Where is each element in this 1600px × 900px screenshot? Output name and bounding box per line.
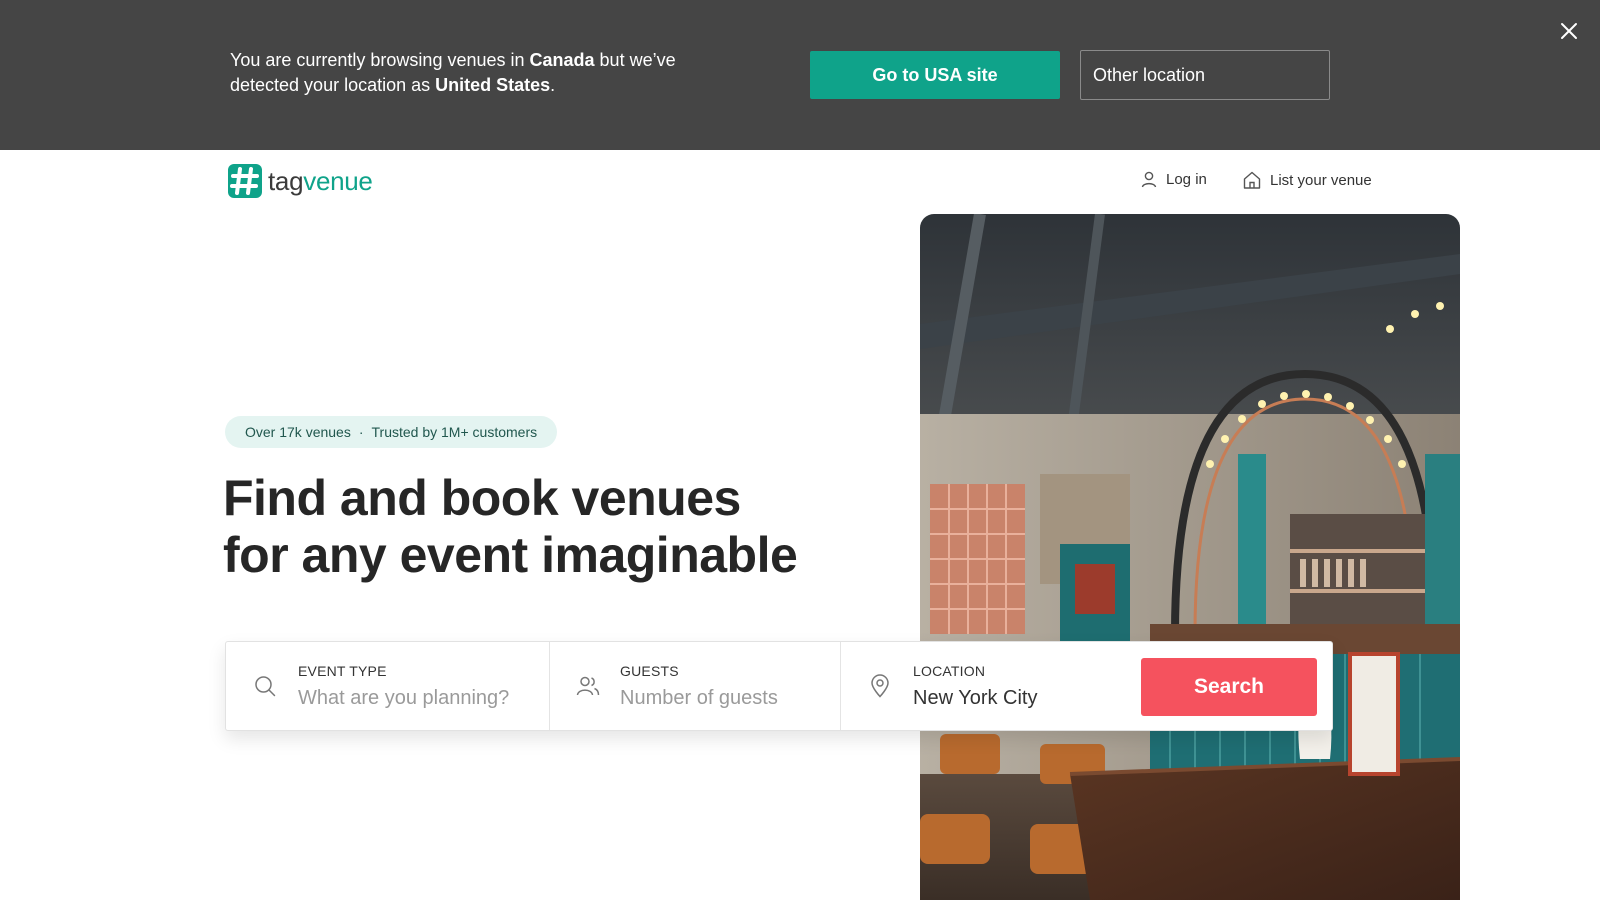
location-banner: You are currently browsing venues in Can… (0, 0, 1600, 150)
user-icon (1141, 171, 1157, 188)
badge-venue-count: Over 17k venues (245, 424, 351, 440)
banner-message: You are currently browsing venues in Can… (230, 48, 730, 98)
go-to-usa-site-button[interactable]: Go to USA site (810, 51, 1060, 99)
logo-text-venue: venue (303, 165, 373, 196)
event-type-field[interactable]: EVENT TYPE (226, 642, 550, 730)
location-label: LOCATION (913, 662, 986, 679)
guests-label: GUESTS (620, 662, 679, 679)
event-type-input[interactable] (298, 686, 528, 710)
headline-line-1: Find and book venues (223, 470, 741, 526)
hash-logo-icon (228, 164, 262, 198)
badge-customers: Trusted by 1M+ customers (371, 424, 538, 440)
login-link[interactable]: Log in (1140, 170, 1207, 188)
venue-search-bar: EVENT TYPE GUESTS LOCATION (225, 641, 1333, 731)
banner-detected-region: United States (435, 75, 551, 95)
guests-input[interactable] (620, 686, 850, 710)
close-icon[interactable] (1556, 18, 1582, 44)
badge-separator: · (358, 424, 364, 440)
search-button[interactable]: Search (1141, 658, 1317, 716)
list-your-venue-label: List your venue (1270, 171, 1372, 189)
location-input[interactable] (913, 686, 1143, 710)
event-type-label: EVENT TYPE (298, 662, 387, 679)
guests-field[interactable]: GUESTS (550, 642, 850, 730)
banner-message-prefix: You are currently browsing venues in (230, 50, 530, 70)
logo-wordmark: tagvenue (268, 166, 373, 197)
banner-message-suffix: . (550, 75, 556, 95)
banner-current-region: Canada (529, 50, 595, 70)
tagvenue-logo[interactable]: tagvenue (228, 164, 373, 198)
trust-badge: Over 17k venues · Trusted by 1M+ custome… (225, 416, 558, 448)
location-pin-icon (867, 673, 893, 699)
house-icon (1243, 171, 1261, 189)
hero-venue-image (920, 214, 1460, 900)
hero-headline: Find and book venues for any event imagi… (223, 470, 903, 584)
logo-text-tag: tag (268, 165, 304, 196)
list-your-venue-link[interactable]: List your venue (1242, 170, 1372, 190)
people-icon (576, 673, 600, 699)
login-label: Log in (1166, 170, 1207, 188)
search-icon (252, 673, 278, 699)
headline-line-2: for any event imaginable (223, 527, 798, 583)
other-location-button[interactable]: Other location (1080, 50, 1330, 100)
location-field[interactable]: LOCATION (841, 642, 1147, 730)
